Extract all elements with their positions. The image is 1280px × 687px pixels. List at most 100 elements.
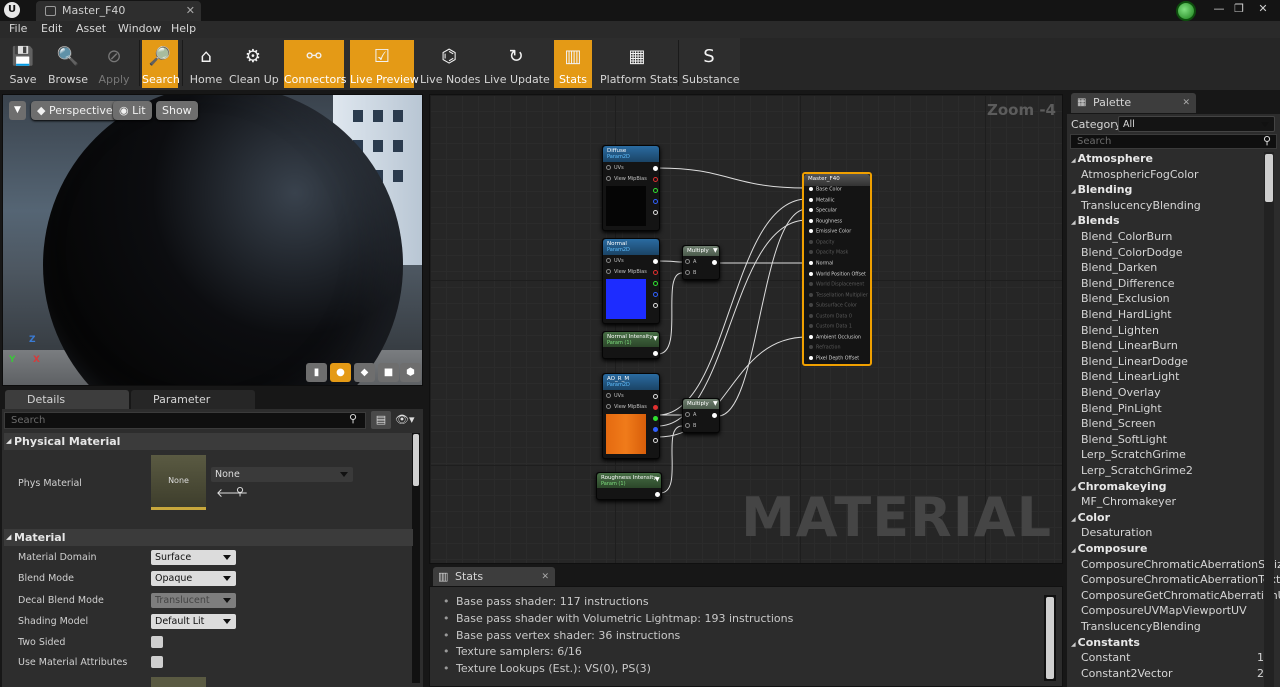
rgb-output-pin[interactable] <box>653 259 658 264</box>
opacity-mask-pin[interactable]: Opacity Mask <box>809 250 848 256</box>
stats-scroll-thumb[interactable] <box>1046 597 1054 679</box>
a-output-pin[interactable] <box>653 438 658 443</box>
multiply-node[interactable]: Multiply ▼ A B <box>682 245 720 280</box>
menu-help[interactable]: Help <box>171 22 196 35</box>
opacity-pin[interactable]: Opacity <box>809 240 834 246</box>
live-preview-button[interactable]: ☑ Live Preview <box>350 40 419 88</box>
palette-item[interactable]: Blend_Darken <box>1081 261 1157 274</box>
a-output-pin[interactable] <box>653 210 658 215</box>
blend-mode-combo[interactable]: Opaque <box>151 571 236 586</box>
preview-viewport[interactable]: ▼ ◆ Perspective ◉ Lit Show Z Y X ▮ ● ◆ ■… <box>2 94 423 386</box>
palette-item[interactable]: ComposureChromaticAberrationText <box>1081 573 1280 586</box>
live-nodes-button[interactable]: ⌬ Live Nodes <box>420 40 480 88</box>
palette-item[interactable]: Blend_Overlay <box>1081 386 1161 399</box>
palette-item[interactable]: Blend_ColorBurn <box>1081 230 1172 243</box>
palette-item[interactable]: Lerp_ScratchGrime2 <box>1081 464 1193 477</box>
cylinder-preview-icon[interactable]: ▮ <box>306 363 327 382</box>
platform-stats-button[interactable]: ▦ Platform Stats <box>600 40 678 88</box>
details-scroll-thumb[interactable] <box>413 434 419 486</box>
palette-category[interactable]: Atmosphere <box>1071 152 1153 165</box>
material-header[interactable]: ◢ Material <box>4 529 413 546</box>
close-tab-icon[interactable]: ✕ <box>541 567 549 587</box>
save-button[interactable]: 💾 Save <box>4 40 42 88</box>
palette-category[interactable]: Composure <box>1071 542 1148 555</box>
a-input-pin[interactable]: A <box>685 412 696 418</box>
uvs-input-pin[interactable]: UVs <box>606 258 624 264</box>
pixel-depth-offset-pin[interactable]: Pixel Depth Offset <box>809 356 859 362</box>
search-button[interactable]: 🔎 Search <box>142 40 180 88</box>
refraction-pin[interactable]: Refraction <box>809 345 841 351</box>
minimize-icon[interactable]: — <box>1210 0 1228 18</box>
palette-item[interactable]: TranslucencyBlending <box>1081 199 1201 212</box>
normal-pin[interactable]: Normal <box>809 261 833 267</box>
palette-item[interactable]: Blend_SoftLight <box>1081 433 1167 446</box>
a-output-pin[interactable] <box>653 303 658 308</box>
tab-palette[interactable]: ▦ Palette ✕ <box>1071 93 1196 113</box>
menu-edit[interactable]: Edit <box>41 22 62 35</box>
show-button[interactable]: Show <box>156 101 198 120</box>
palette-scroll-thumb[interactable] <box>1265 154 1273 202</box>
b-input-pin[interactable]: B <box>685 423 696 429</box>
multiply-output-pin[interactable] <box>712 413 717 418</box>
substance-button[interactable]: S Substance <box>682 40 740 88</box>
master-material-node[interactable]: Master_F40 Base Color Metallic Specular … <box>802 172 872 366</box>
close-window-icon[interactable]: ✕ <box>1254 0 1272 18</box>
palette-item[interactable]: Blend_Difference <box>1081 277 1175 290</box>
g-output-pin[interactable] <box>653 281 658 286</box>
rgb-output-pin[interactable] <box>653 394 658 399</box>
b-output-pin[interactable] <box>653 427 658 432</box>
connectors-button[interactable]: ⚯ Connectors <box>284 40 346 88</box>
palette-search-input[interactable]: Search <box>1070 134 1277 149</box>
palette-item[interactable]: Constant2Vector <box>1081 667 1173 680</box>
palette-item[interactable]: Blend_Screen <box>1081 417 1156 430</box>
document-tab[interactable]: Master_F40 ✕ <box>36 1 201 21</box>
g-output-pin[interactable] <box>653 188 658 193</box>
normal-intensity-node[interactable]: Normal Intensity Param (1) ▼ <box>602 331 660 359</box>
category-combo[interactable]: All <box>1118 116 1275 132</box>
a-input-pin[interactable]: A <box>685 259 696 265</box>
details-scrollbar[interactable] <box>412 433 420 683</box>
g-output-pin[interactable] <box>653 416 658 421</box>
b-input-pin[interactable]: B <box>685 270 696 276</box>
rgb-output-pin[interactable] <box>653 166 658 171</box>
subsurface-color-pin[interactable]: Subsurface Color <box>809 303 857 309</box>
palette-item[interactable]: Blend_Exclusion <box>1081 292 1170 305</box>
tab-details[interactable]: Details <box>5 390 129 410</box>
close-tab-icon[interactable]: ✕ <box>1182 93 1190 113</box>
view-mipbias-input-pin[interactable]: View MipBias <box>606 404 647 410</box>
metallic-pin[interactable]: Metallic <box>809 198 835 204</box>
view-options-icon[interactable]: ▤ <box>371 411 391 429</box>
multiply-output-pin[interactable] <box>712 260 717 265</box>
live-update-button[interactable]: ↻ Live Update <box>484 40 550 88</box>
palette-item[interactable]: Blend_LinearBurn <box>1081 339 1178 352</box>
teapot-preview-icon[interactable]: ⬢ <box>400 363 421 382</box>
tessellation-multiplier-pin[interactable]: Tessellation Multiplier <box>809 293 868 299</box>
palette-item[interactable]: Desaturation <box>1081 526 1152 539</box>
decal-blend-mode-combo[interactable]: Translucent <box>151 593 236 608</box>
r-output-pin[interactable] <box>653 270 658 275</box>
palette-scrollbar[interactable] <box>1264 152 1274 687</box>
multiply-node[interactable]: Multiply ▼ A B <box>682 398 720 433</box>
menu-file[interactable]: File <box>9 22 27 35</box>
source-control-status-icon[interactable] <box>1176 1 1196 21</box>
browse-button[interactable]: 🔍 Browse <box>48 40 88 88</box>
view-mipbias-input-pin[interactable]: View MipBias <box>606 269 647 275</box>
value-output-pin[interactable] <box>655 492 660 497</box>
roughness-intensity-node[interactable]: Roughness Intensity Param (1) ▼ <box>596 472 662 500</box>
roughness-pin[interactable]: Roughness <box>809 219 842 225</box>
specular-pin[interactable]: Specular <box>809 208 837 214</box>
menu-asset[interactable]: Asset <box>76 22 106 35</box>
perspective-button[interactable]: ◆ Perspective <box>31 101 119 120</box>
material-graph[interactable]: Zoom -4 MATERIAL Diffuse Param2D UVs Vie… <box>429 94 1063 564</box>
phys-material-combo[interactable]: None <box>211 467 353 482</box>
world-position-offset-pin[interactable]: World Position Offset <box>809 272 866 278</box>
palette-item[interactable]: ComposureUVMapViewportUV <box>1081 604 1247 617</box>
palette-item[interactable]: MF_Chromakeyer <box>1081 495 1176 508</box>
ambient-occlusion-pin[interactable]: Ambient Occlusion <box>809 335 861 341</box>
palette-item[interactable]: Blend_HardLight <box>1081 308 1172 321</box>
lit-button[interactable]: ◉ Lit <box>113 101 152 120</box>
plane-preview-icon[interactable]: ◆ <box>354 363 375 382</box>
viewport-options-dropdown[interactable]: ▼ <box>9 101 26 120</box>
clean-up-button[interactable]: ⚙ Clean Up <box>229 40 279 88</box>
value-output-pin[interactable] <box>653 351 658 356</box>
